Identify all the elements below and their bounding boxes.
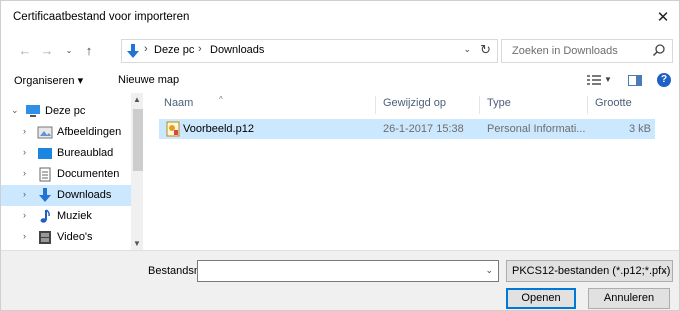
nav-item-deze-pc[interactable]: ⌄ Deze pc [1,101,131,122]
music-icon [40,209,50,223]
refresh-icon[interactable]: ↻ [480,42,491,58]
organize-menu-button[interactable]: Organiseren ▾ [14,74,83,87]
sort-ascending-icon: ^ [219,95,223,104]
back-arrow-icon[interactable]: ← [17,41,33,61]
view-dropdown-icon[interactable]: ▼ [604,75,612,84]
nav-item-videos[interactable]: › Video's [1,227,131,248]
nav-item-label: Bureaublad [57,147,114,159]
address-bar[interactable]: › Deze pc › Downloads ⌄ ↻ [121,39,498,63]
column-divider[interactable] [375,96,376,114]
expanded-chevron-icon[interactable]: ⌄ [11,105,19,116]
collapsed-chevron-icon[interactable]: › [23,168,26,178]
videos-icon [39,231,51,244]
nav-scrollbar[interactable]: ▲ ▼ [131,93,143,250]
nav-item-label: Video's [57,231,93,243]
up-arrow-icon[interactable]: ↑ [81,41,97,61]
pc-icon [26,105,40,117]
nav-item-bureaublad[interactable]: › Bureaublad [1,143,131,164]
address-dropdown-icon[interactable]: ⌄ [463,44,471,55]
breadcrumb-separator-icon: › [198,43,202,55]
file-dialog: Certificaatbestand voor importeren ✕ ← →… [0,0,680,311]
collapsed-chevron-icon[interactable]: › [23,210,26,220]
column-header-label: Naam [164,97,194,109]
nav-item-label: Afbeeldingen [57,126,122,138]
file-size: 3 kB [628,123,651,135]
command-bar: Organiseren ▾ Nieuwe map ▼ ? [1,67,679,93]
filter-dropdown-icon[interactable]: ⌄ [660,265,668,276]
cancel-button[interactable]: Annuleren [588,288,670,309]
desktop-icon [38,148,52,159]
certificate-file-icon [166,121,180,137]
column-header-modified[interactable]: Gewijzigd op [383,97,446,109]
breadcrumb-deze-pc[interactable]: Deze pc [154,44,194,56]
dialog-title: Certificaatbestand voor importeren [13,11,190,23]
collapsed-chevron-icon[interactable]: › [23,147,26,157]
search-icon[interactable] [652,43,666,57]
nav-item-muziek[interactable]: › Muziek [1,206,131,227]
collapsed-chevron-icon[interactable]: › [23,126,26,136]
file-type-filter-label: PKCS12-bestanden (*.p12;*.pfx) [512,265,671,277]
scroll-down-icon[interactable]: ▼ [133,239,141,248]
forward-arrow-icon[interactable]: → [39,41,55,61]
pictures-icon [37,126,53,139]
help-icon[interactable]: ? [657,73,671,87]
breadcrumb-separator-icon: › [144,43,148,55]
collapsed-chevron-icon[interactable]: › [23,189,26,199]
open-button[interactable]: Openen [506,288,576,309]
close-icon[interactable]: ✕ [653,8,673,28]
search-placeholder: Zoeken in Downloads [512,45,618,57]
breadcrumb-downloads[interactable]: Downloads [210,44,264,56]
navigation-pane: ⌄ Deze pc › Afbeeldingen › Bureaublad › [1,93,143,250]
downloads-location-icon [127,44,139,58]
documents-icon [39,167,51,182]
title-bar: Certificaatbestand voor importeren ✕ [1,1,679,35]
column-divider[interactable] [479,96,480,114]
filename-combobox[interactable]: ⌄ [197,260,499,282]
filename-dropdown-icon[interactable]: ⌄ [485,265,493,276]
nav-item-afbeeldingen[interactable]: › Afbeeldingen [1,122,131,143]
new-folder-button[interactable]: Nieuwe map [118,74,179,86]
file-type-filter[interactable]: PKCS12-bestanden (*.p12;*.pfx) ⌄ [506,260,673,282]
view-options-icon[interactable] [587,75,601,85]
nav-item-label: Deze pc [45,105,86,117]
nav-item-label: Muziek [57,210,92,222]
downloads-icon [39,188,51,202]
file-type: Personal Informati... [487,123,586,135]
search-box[interactable]: Zoeken in Downloads [501,39,673,63]
collapsed-chevron-icon[interactable]: › [23,231,26,241]
column-header-type[interactable]: Type [487,97,511,109]
filename-input[interactable] [198,261,478,281]
preview-pane-icon[interactable] [628,75,642,86]
nav-item-downloads[interactable]: › Downloads [1,185,131,206]
column-header-size[interactable]: Grootte [595,97,632,109]
scroll-up-icon[interactable]: ▲ [133,95,141,104]
file-name: Voorbeeld.p12 [183,123,254,135]
file-modified: 26-1-2017 15:38 [383,123,464,135]
file-list: Naam ^ Gewijzigd op Type Grootte Voorbee… [143,93,679,250]
nav-item-label: Documenten [57,168,120,180]
address-row: ← → ⌄ ↑ › Deze pc › Downloads ⌄ ↻ Zoeken… [1,37,679,65]
nav-item-documenten[interactable]: › Documenten [1,164,131,185]
recent-locations-chevron-icon[interactable]: ⌄ [61,41,77,61]
scroll-thumb[interactable] [133,109,143,171]
column-divider[interactable] [587,96,588,114]
column-header-name[interactable]: Naam ^ [164,95,223,109]
dialog-footer: Bestandsnaam: ⌄ PKCS12-bestanden (*.p12;… [1,250,679,310]
nav-item-label: Downloads [57,189,112,201]
file-row[interactable]: Voorbeeld.p12 26-1-2017 15:38 Personal I… [159,119,655,139]
